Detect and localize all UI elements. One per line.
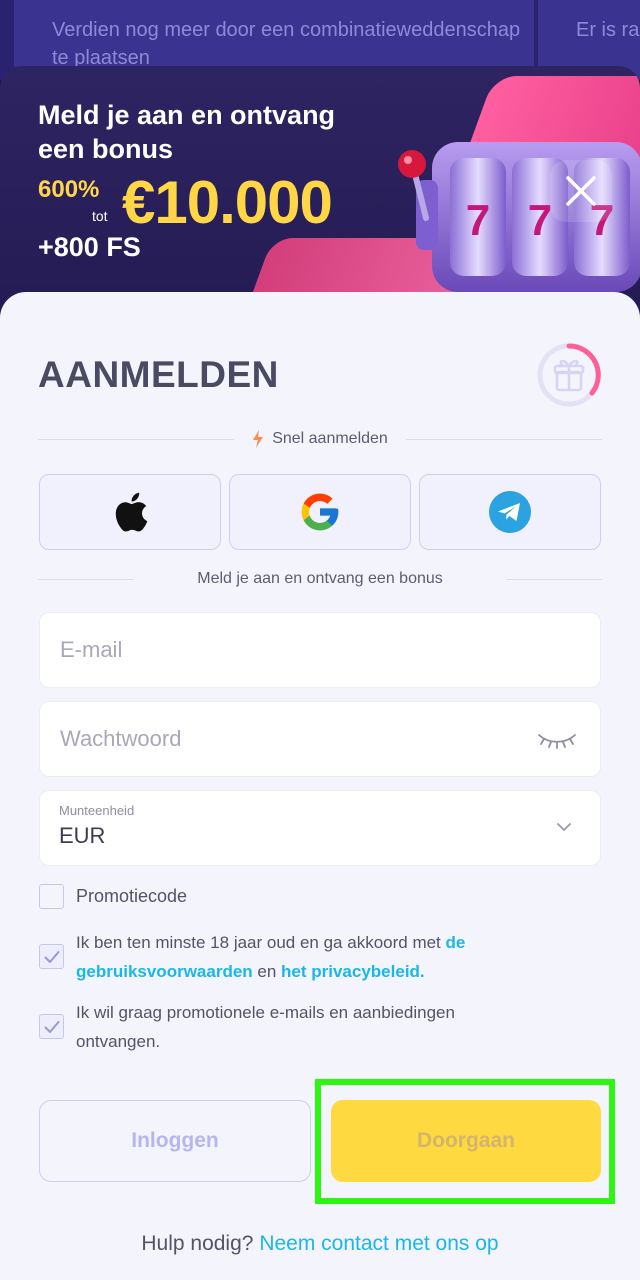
checkmark-icon — [44, 1021, 60, 1033]
password-field[interactable] — [39, 701, 601, 777]
google-signup-button[interactable] — [229, 474, 411, 550]
terms-text-middle: en — [252, 962, 282, 981]
page-title: AANMELDEN — [38, 354, 279, 395]
apple-icon — [115, 492, 148, 532]
signup-form: AANMELDEN Snel aanmelden Meld je aan en … — [0, 292, 640, 1280]
contact-us-link[interactable]: Neem contact met ons op — [259, 1232, 498, 1255]
help-text: Hulp nodig? — [141, 1232, 254, 1255]
divider-line — [38, 438, 235, 440]
divider-line — [506, 578, 602, 580]
lightning-icon — [253, 430, 264, 448]
chevron-down-icon — [557, 823, 571, 832]
privacy-policy-link[interactable]: het privacybeleid. — [281, 962, 425, 981]
promo-code-label: Promotiecode — [76, 886, 188, 906]
currency-select[interactable]: Munteenheid EUR — [39, 790, 601, 866]
password-input[interactable] — [40, 702, 600, 776]
google-icon — [301, 493, 339, 531]
gift-icon[interactable] — [536, 342, 602, 408]
quick-signup-label: Snel aanmelden — [272, 430, 388, 447]
eye-closed-icon[interactable] — [536, 730, 578, 750]
svg-text:7: 7 — [466, 196, 490, 245]
free-spins-label: +800 FS — [38, 232, 141, 262]
close-icon — [566, 176, 596, 206]
marketing-emails-checkbox[interactable] — [39, 1014, 64, 1039]
help-line: Hulp nodig? Neem contact met ons op — [0, 1232, 640, 1256]
telegram-signup-button[interactable] — [419, 474, 601, 550]
login-button[interactable]: Inloggen — [39, 1100, 311, 1182]
bonus-divider: Meld je aan en ontvang een bonus — [38, 568, 602, 590]
background-promo-text-2: Er is rakel — [576, 19, 640, 41]
svg-text:7: 7 — [528, 196, 552, 245]
divider-line — [38, 578, 134, 580]
currency-value: EUR — [59, 823, 106, 848]
email-field[interactable] — [39, 612, 601, 688]
bonus-divider-label: Meld je aan en ontvang een bonus — [197, 570, 443, 587]
marketing-emails-label: Ik wil graag promotionele e-mails en aan… — [76, 1003, 455, 1051]
email-input[interactable] — [40, 613, 600, 687]
bonus-percent: 600% — [38, 176, 100, 203]
checkmark-icon — [44, 951, 60, 963]
quick-signup-divider: Snel aanmelden — [38, 428, 603, 450]
bonus-banner: Meld je aan en ontvang een bonus 600% to… — [0, 66, 640, 326]
continue-button[interactable]: Doorgaan — [331, 1100, 601, 1182]
bonus-amount: €10.000 — [122, 169, 333, 236]
telegram-icon — [489, 491, 531, 533]
background-promo-text: Verdien nog meer door een combinatiewedd… — [52, 19, 521, 69]
close-button[interactable] — [550, 160, 612, 222]
banner-title: Meld je aan en ontvang een bonus — [38, 100, 336, 164]
bonus-to-label: tot — [92, 208, 108, 224]
promo-code-checkbox[interactable] — [39, 884, 64, 909]
terms-label: Ik ben ten minste 18 jaar oud en ga akko… — [76, 928, 526, 986]
currency-label: Munteenheid — [59, 803, 135, 818]
apple-signup-button[interactable] — [39, 474, 221, 550]
divider-line — [405, 438, 603, 440]
terms-checkbox[interactable] — [39, 944, 64, 969]
terms-text: Ik ben ten minste 18 jaar oud en ga akko… — [76, 933, 446, 952]
